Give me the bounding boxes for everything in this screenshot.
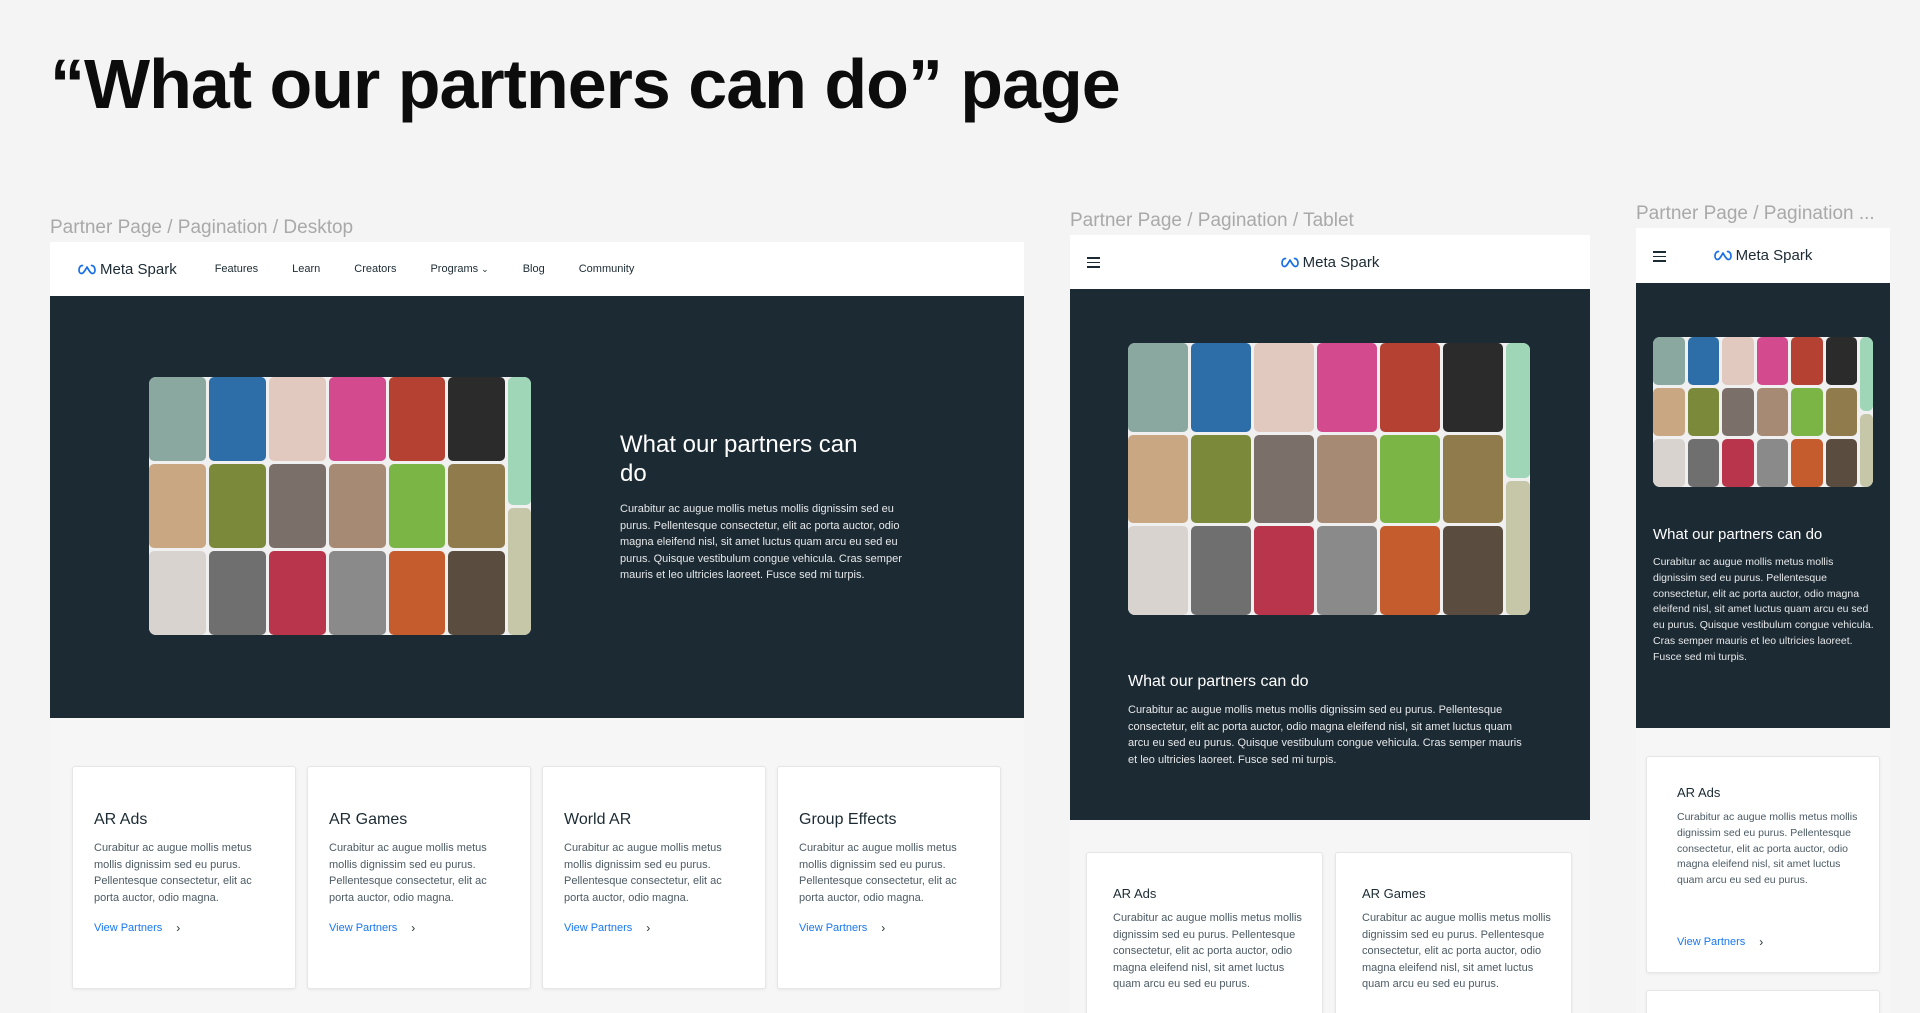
tablet-hero: What our partners can do Curabitur ac au… xyxy=(1070,289,1590,820)
nav-community[interactable]: Community xyxy=(579,263,635,275)
tablet-card-ar-games: AR Games Curabitur ac augue mollis metus… xyxy=(1335,852,1572,1013)
view-partners-label: View Partners xyxy=(1677,936,1746,948)
view-partners-label: View Partners xyxy=(94,922,163,934)
partner-collage-image xyxy=(1653,337,1873,487)
brand-logo[interactable]: Meta Spark xyxy=(1280,253,1380,271)
desktop-navbar: Meta Spark Features Learn Creators Progr… xyxy=(50,242,1024,296)
view-partners-label: View Partners xyxy=(564,922,633,934)
desktop-frame-label: Partner Page / Pagination / Desktop xyxy=(50,217,354,238)
card-body: Curabitur ac augue mollis metus mollis d… xyxy=(1677,811,1858,886)
mobile-card-next xyxy=(1646,990,1880,1013)
hamburger-menu-icon[interactable] xyxy=(1087,257,1100,268)
tablet-navbar: Meta Spark xyxy=(1070,235,1590,289)
view-partners-link[interactable]: View Partners › xyxy=(799,921,885,935)
card-title: AR Ads xyxy=(1677,785,1721,800)
chevron-right-icon: › xyxy=(881,921,886,935)
mobile-navbar: Meta Spark xyxy=(1636,228,1890,283)
desktop-nav-links: Features Learn Creators Programs ⌄ Blog C… xyxy=(215,263,669,275)
chevron-right-icon: › xyxy=(176,921,181,935)
tablet-frame: Meta Spark What our partners can do Cura… xyxy=(1070,235,1590,1013)
view-partners-label: View Partners xyxy=(799,922,868,934)
mobile-frame-label: Partner Page / Pagination ... xyxy=(1636,203,1875,224)
tablet-hero-title: What our partners can do xyxy=(1128,673,1309,690)
card-title: AR Ads xyxy=(94,811,148,828)
page-title: “What our partners can do” page xyxy=(50,45,1121,123)
meta-infinity-logo-icon xyxy=(1280,257,1299,267)
card-body: Curabitur ac augue mollis metus mollis d… xyxy=(799,842,957,904)
card-ar-ads: AR Ads Curabitur ac augue mollis metus m… xyxy=(72,766,296,989)
card-title: World AR xyxy=(564,811,632,828)
card-title: AR Games xyxy=(1362,886,1426,901)
nav-blog[interactable]: Blog xyxy=(523,263,545,275)
view-partners-link[interactable]: View Partners › xyxy=(564,921,650,935)
card-body: Curabitur ac augue mollis metus mollis d… xyxy=(1113,912,1302,990)
card-body: Curabitur ac augue mollis metus mollis d… xyxy=(329,842,487,904)
mobile-hero: What our partners can do Curabitur ac au… xyxy=(1636,283,1890,728)
mobile-frame: Meta Spark What our partners can do Cura… xyxy=(1636,228,1890,1013)
desktop-hero: What our partners can do Curabitur ac au… xyxy=(50,296,1024,718)
card-title: AR Games xyxy=(329,811,408,828)
view-partners-link[interactable]: View Partners › xyxy=(1677,935,1763,949)
chevron-right-icon: › xyxy=(411,921,416,935)
partner-collage-image xyxy=(1128,343,1530,615)
nav-creators[interactable]: Creators xyxy=(354,263,396,275)
card-body: Curabitur ac augue mollis metus mollis d… xyxy=(564,842,722,904)
card-body: Curabitur ac augue mollis metus mollis d… xyxy=(1362,912,1551,990)
brand-name: Meta Spark xyxy=(1302,253,1380,271)
meta-infinity-logo-icon xyxy=(1713,250,1732,261)
chevron-right-icon: › xyxy=(1759,935,1764,949)
brand-logo[interactable]: Meta Spark xyxy=(78,261,177,278)
brand-logo[interactable]: Meta Spark xyxy=(1713,247,1813,264)
chevron-right-icon: › xyxy=(646,921,651,935)
view-partners-label: View Partners xyxy=(329,922,398,934)
card-title: AR Ads xyxy=(1113,886,1157,901)
view-partners-link[interactable]: View Partners › xyxy=(329,921,415,935)
card-group-effects: Group Effects Curabitur ac augue mollis … xyxy=(777,766,1001,989)
mobile-card-ar-ads: AR Ads Curabitur ac augue mollis metus m… xyxy=(1646,756,1880,973)
partner-collage-image xyxy=(149,377,531,635)
tablet-frame-label: Partner Page / Pagination / Tablet xyxy=(1070,210,1354,231)
card-world-ar: World AR Curabitur ac augue mollis metus… xyxy=(542,766,766,989)
card-body: Curabitur ac augue mollis metus mollis d… xyxy=(94,842,252,904)
tablet-card-ar-ads: AR Ads Curabitur ac augue mollis metus m… xyxy=(1086,852,1323,1013)
nav-programs[interactable]: Programs ⌄ xyxy=(430,263,488,275)
mobile-hero-title: What our partners can do xyxy=(1653,526,1823,543)
nav-programs-label: Programs xyxy=(430,263,479,275)
meta-infinity-logo-icon xyxy=(78,264,96,274)
view-partners-link[interactable]: View Partners › xyxy=(94,921,180,935)
desktop-hero-title: What our partners can do xyxy=(620,431,858,487)
hamburger-menu-icon[interactable] xyxy=(1653,251,1666,262)
card-title: Group Effects xyxy=(799,811,897,828)
card-ar-games: AR Games Curabitur ac augue mollis metus… xyxy=(307,766,531,989)
desktop-frame: Meta Spark Features Learn Creators Progr… xyxy=(50,242,1024,1013)
chevron-down-icon: ⌄ xyxy=(481,263,489,274)
tablet-hero-body: Curabitur ac augue mollis metus mollis d… xyxy=(1128,704,1522,766)
nav-features[interactable]: Features xyxy=(215,263,258,275)
brand-name: Meta Spark xyxy=(100,260,177,278)
desktop-hero-body: Curabitur ac augue mollis metus mollis d… xyxy=(620,503,902,581)
nav-learn[interactable]: Learn xyxy=(292,263,320,275)
mobile-hero-body: Curabitur ac augue mollis metus mollis d… xyxy=(1653,556,1874,663)
brand-name: Meta Spark xyxy=(1735,247,1813,264)
